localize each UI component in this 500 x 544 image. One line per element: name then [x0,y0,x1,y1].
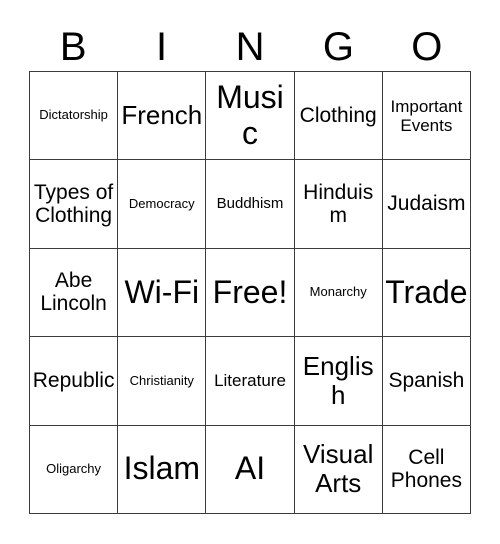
bingo-header-row: B I N G O [29,22,471,71]
bingo-cell-label: Spanish [388,369,465,393]
bingo-cell[interactable]: Buddhism [206,160,295,249]
bingo-header-letter-n: N [235,24,265,69]
bingo-cell-label: AI [234,450,266,487]
bingo-cell-label: Christianity [129,372,194,388]
bingo-cell[interactable]: Oligarchy [30,425,119,514]
bingo-cell[interactable]: Types of Clothing [30,160,119,249]
bingo-cell[interactable]: French [118,72,207,161]
bingo-cell-label: Free! [212,273,288,310]
bingo-cell-label: Democracy [128,195,195,211]
bingo-cell-label: Republic [32,369,115,393]
bingo-cell[interactable]: English [294,337,383,426]
bingo-cell-free[interactable]: Free! [206,248,295,338]
bingo-header-letter-b: B [59,24,87,69]
bingo-cell-label: English [302,350,374,410]
bingo-cell-label: Cell Phones [390,445,462,493]
bingo-card: B I N G O Dictatorship French Music Clot… [0,0,500,544]
bingo-cell[interactable]: Judaism [382,160,471,249]
bingo-header-letter-i: I [156,24,168,69]
bingo-cell[interactable]: Spanish [382,337,471,426]
bingo-cell-label: Visual Arts [303,439,374,499]
bingo-cell[interactable]: Hinduism [294,160,383,249]
bingo-cell[interactable]: Music [206,72,295,161]
bingo-cell-label: Hinduism [303,180,374,228]
bingo-cell[interactable]: Monarchy [294,248,383,338]
bingo-cell-label: Abe Lincoln [40,268,107,316]
bingo-cell-label: Music [216,78,284,151]
bingo-header-letter-g: G [322,24,354,69]
bingo-cell[interactable]: AI [206,425,295,514]
bingo-cell-label: Important Events [390,96,463,135]
bingo-cell-label: Monarchy [309,284,367,300]
bingo-cell-label: Types of Clothing [33,180,114,228]
bingo-cell[interactable]: Cell Phones [382,425,471,514]
bingo-cell-label: Literature [214,371,286,391]
bingo-cell[interactable]: Islam [118,425,207,514]
bingo-cell[interactable]: Republic [30,337,119,426]
bingo-cell-label: French [121,100,203,131]
bingo-header-letter-o: O [411,24,443,69]
bingo-cell[interactable]: Visual Arts [294,425,383,514]
bingo-cell[interactable]: Important Events [382,72,471,161]
bingo-cell[interactable]: Wi-Fi [118,248,207,338]
bingo-cell-label: Islam [123,450,201,487]
bingo-cell[interactable]: Clothing [294,72,383,161]
bingo-cell[interactable]: Trade [382,248,471,338]
bingo-cell-label: Buddhism [216,194,284,212]
bingo-grid: Dictatorship French Music Clothing Impor… [29,71,471,514]
bingo-cell[interactable]: Dictatorship [30,72,119,161]
bingo-cell-label: Trade [385,273,468,310]
bingo-cell-label: Dictatorship [39,107,108,123]
bingo-cell[interactable]: Literature [206,337,295,426]
bingo-cell-label: Oligarchy [46,461,102,477]
bingo-cell-label: Clothing [299,103,377,127]
bingo-cell[interactable]: Abe Lincoln [30,248,119,338]
bingo-cell[interactable]: Democracy [118,160,207,249]
bingo-cell-label: Judaism [387,192,466,216]
bingo-cell-label: Wi-Fi [124,273,200,310]
bingo-cell[interactable]: Christianity [118,337,207,426]
